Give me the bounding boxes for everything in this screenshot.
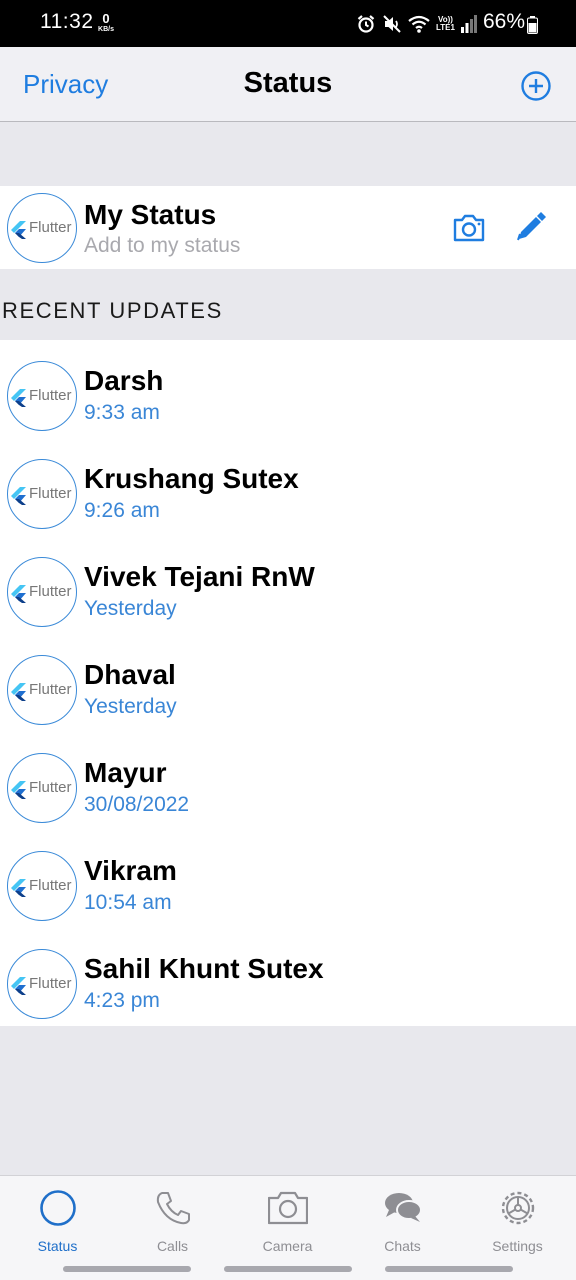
update-time: 10:54 am: [84, 891, 172, 914]
avatar: Flutter: [7, 851, 77, 921]
update-time: 30/08/2022: [84, 793, 190, 816]
list-item[interactable]: Flutter Vivek Tejani RnW Yesterday: [0, 536, 576, 634]
avatar: Flutter: [7, 949, 77, 1019]
flutter-logo-icon: [11, 977, 26, 995]
gear-icon: [501, 1191, 535, 1225]
camera-icon: [268, 1191, 308, 1225]
signal-icon: [460, 15, 477, 33]
contact-name: Sahil Khunt Sutex: [84, 953, 324, 984]
avatar-label: Flutter: [29, 387, 72, 404]
contact-name: Vikram: [84, 855, 177, 886]
recent-updates-header: RECENT UPDATES: [2, 298, 223, 323]
my-status-row[interactable]: Flutter My Status Add to my status: [0, 186, 576, 269]
avatar: Flutter: [7, 361, 77, 431]
my-status-subtitle: Add to my status: [84, 234, 241, 257]
chat-bubbles-icon: [385, 1193, 422, 1222]
list-item[interactable]: Flutter Dhaval Yesterday: [0, 634, 576, 732]
home-indicator: [385, 1266, 513, 1272]
phone-icon: [156, 1192, 190, 1225]
alarm-icon: [357, 15, 375, 33]
contact-name: Darsh: [84, 365, 164, 396]
list-item[interactable]: Flutter Sahil Khunt Sutex 4:23 pm: [0, 928, 576, 1026]
list-item[interactable]: Flutter Darsh 9:33 am: [0, 340, 576, 438]
list-item[interactable]: Flutter Mayur 30/08/2022: [0, 732, 576, 830]
flutter-logo-icon: [11, 221, 26, 239]
battery-icon: [527, 16, 538, 34]
app-root: 11:32 0 KB/s Vo)) LTE1 66% Privacy Statu…: [0, 0, 576, 1280]
avatar-label: Flutter: [29, 779, 72, 796]
clock: 11:32: [40, 10, 94, 33]
updates-list: Flutter Darsh 9:33 am Flutter Krushang S…: [0, 340, 576, 1026]
home-indicator: [224, 1266, 352, 1272]
my-status-name: My Status: [84, 199, 217, 230]
list-item[interactable]: Flutter Vikram 10:54 am: [0, 830, 576, 928]
list-item[interactable]: Flutter Krushang Sutex 9:26 am: [0, 438, 576, 536]
update-time: 9:26 am: [84, 499, 160, 522]
privacy-button[interactable]: Privacy: [23, 69, 108, 100]
flutter-logo-icon: [11, 781, 26, 799]
avatar-label: Flutter: [29, 583, 72, 600]
tab-settings[interactable]: Settings: [460, 1176, 575, 1266]
battery-percent: 66%: [483, 10, 526, 33]
camera-icon[interactable]: [452, 213, 486, 243]
volte-indicator: Vo)) LTE1: [436, 16, 455, 32]
update-time: Yesterday: [84, 695, 177, 718]
tab-chats[interactable]: Chats: [345, 1176, 460, 1266]
update-time: 4:23 pm: [84, 989, 160, 1012]
avatar: Flutter: [7, 753, 77, 823]
lte-label: LTE1: [436, 23, 455, 32]
my-avatar: Flutter: [7, 193, 77, 263]
update-time: 9:33 am: [84, 401, 160, 424]
navigation-bar: Privacy Status: [0, 47, 576, 122]
avatar-label: Flutter: [29, 219, 72, 236]
flutter-logo-icon: [11, 879, 26, 897]
flutter-logo-icon: [11, 585, 26, 603]
tab-calls[interactable]: Calls: [115, 1176, 230, 1266]
wifi-icon: [408, 15, 430, 33]
tab-label: Chats: [384, 1238, 421, 1254]
flutter-logo-icon: [11, 487, 26, 505]
tab-label: Calls: [156, 1238, 189, 1254]
tab-label: Status: [37, 1238, 78, 1254]
network-speed-value: 0: [102, 11, 110, 26]
contact-name: Dhaval: [84, 659, 176, 690]
network-speed: 0 KB/s: [94, 12, 118, 33]
contact-name: Mayur: [84, 757, 167, 788]
home-indicator: [63, 1266, 191, 1272]
contact-name: Krushang Sutex: [84, 463, 299, 494]
contact-name: Vivek Tejani RnW: [84, 561, 315, 592]
avatar-label: Flutter: [29, 975, 72, 992]
update-time: Yesterday: [84, 597, 177, 620]
avatar-label: Flutter: [29, 681, 72, 698]
mute-icon: [383, 15, 401, 33]
add-status-icon[interactable]: [520, 70, 552, 102]
status-ring-icon: [40, 1190, 76, 1226]
tab-status[interactable]: Status: [0, 1176, 115, 1266]
system-icons: Vo)) LTE1: [356, 14, 477, 34]
tab-label: Camera: [262, 1238, 313, 1254]
avatar: Flutter: [7, 655, 77, 725]
avatar-label: Flutter: [29, 485, 72, 502]
flutter-logo-icon: [11, 389, 26, 407]
avatar: Flutter: [7, 459, 77, 529]
tab-bar: Status Calls Camera Chats Settings: [0, 1175, 576, 1280]
avatar: Flutter: [7, 557, 77, 627]
tab-camera[interactable]: Camera: [230, 1176, 345, 1266]
tab-label: Settings: [492, 1238, 543, 1254]
network-speed-unit: KB/s: [98, 26, 114, 33]
pencil-icon[interactable]: [515, 210, 548, 243]
system-status-bar: 11:32 0 KB/s Vo)) LTE1 66%: [0, 0, 576, 47]
flutter-logo-icon: [11, 683, 26, 701]
avatar-label: Flutter: [29, 877, 72, 894]
